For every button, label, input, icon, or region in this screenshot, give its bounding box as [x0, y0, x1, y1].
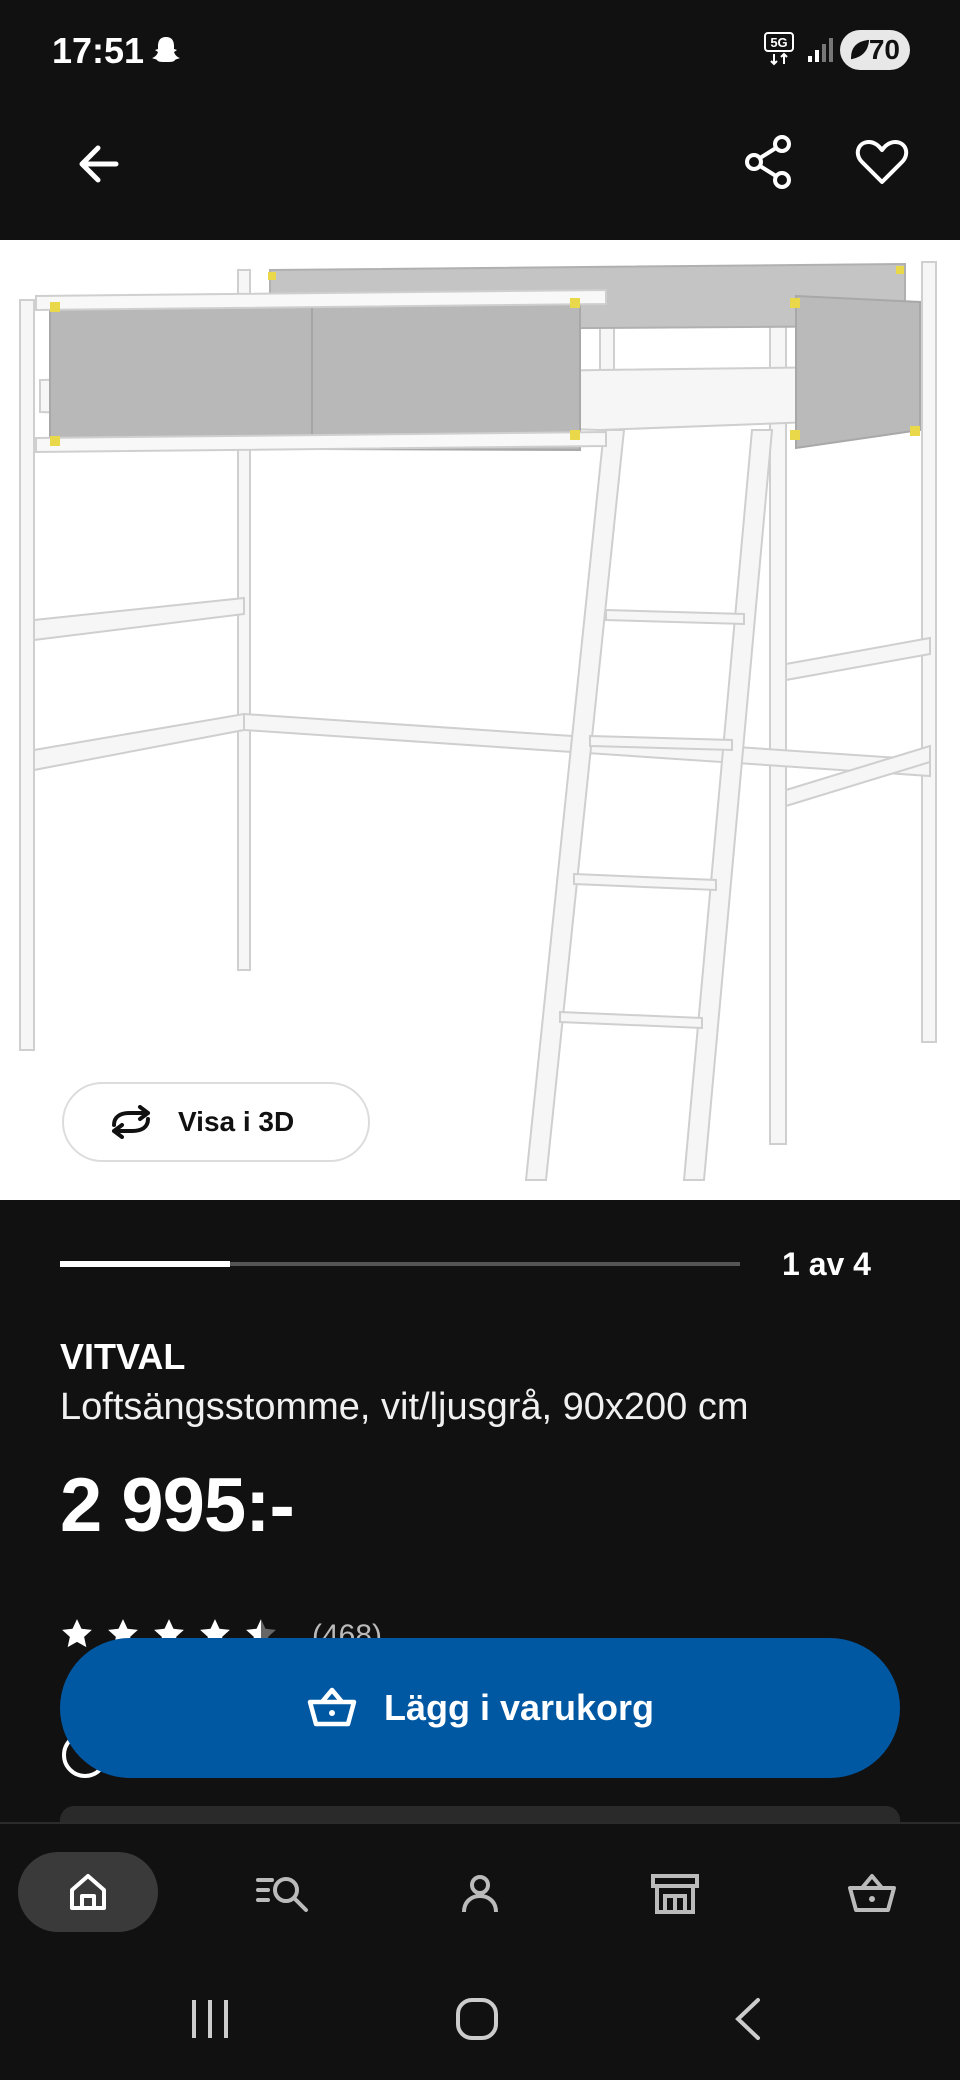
- gallery-progress-fill: [60, 1261, 230, 1267]
- view-3d-label: Visa i 3D: [178, 1106, 295, 1137]
- bottom-navigation: [0, 1822, 960, 1960]
- battery-saver-icon: [850, 39, 870, 60]
- gallery-pager-label: 1 av 4: [782, 1246, 871, 1282]
- nav-profile[interactable]: [440, 1854, 520, 1934]
- nav-home[interactable]: [18, 1852, 158, 1932]
- share-button[interactable]: [740, 130, 800, 194]
- add-to-cart-label: Lägg i varukorg: [383, 1687, 655, 1728]
- recent-apps-icon: [192, 2000, 228, 2038]
- loft-bed-illustration: [19, 261, 937, 1181]
- profile-icon: [462, 1875, 498, 1913]
- home-icon: [70, 1874, 106, 1910]
- home-circle-icon: [456, 1998, 498, 2040]
- network-5g-label: 5G: [770, 35, 787, 50]
- network-5g-icon: 5G: [764, 32, 796, 66]
- nav-stores[interactable]: [635, 1854, 715, 1934]
- search-icon: [256, 1877, 308, 1912]
- basket-icon: [307, 1687, 357, 1727]
- nav-search[interactable]: [244, 1854, 324, 1934]
- store-icon: [651, 1874, 699, 1914]
- product-price: 2 995:-: [60, 1463, 295, 1548]
- favorite-button[interactable]: [850, 130, 914, 194]
- view-3d-button[interactable]: Visa i 3D: [62, 1082, 370, 1162]
- snapchat-icon: [150, 34, 182, 66]
- arrow-left-icon: [79, 145, 119, 183]
- recent-apps-button[interactable]: [182, 1994, 242, 2044]
- signal-icon: [806, 36, 836, 64]
- product-image[interactable]: Visa i 3D: [0, 240, 960, 1200]
- add-to-cart-button[interactable]: Lägg i varukorg: [60, 1638, 900, 1778]
- heart-icon: [855, 140, 909, 184]
- back-button[interactable]: [70, 132, 134, 196]
- info-panel-edge: [60, 1806, 900, 1822]
- product-name: VITVAL: [60, 1336, 186, 1377]
- rotate-3d-icon: [112, 1105, 150, 1139]
- battery-level: 70: [868, 34, 900, 65]
- cart-icon: [848, 1874, 896, 1912]
- product-description: Loftsängsstomme, vit/ljusgrå, 90x200 cm: [60, 1386, 749, 1428]
- nav-cart[interactable]: [832, 1854, 912, 1934]
- star-icon: [62, 1618, 92, 1647]
- status-time: 17:51: [52, 30, 145, 71]
- share-icon: [745, 135, 791, 189]
- system-navigation: [0, 1958, 960, 2080]
- system-back-button[interactable]: [724, 1994, 774, 2044]
- home-system-button[interactable]: [452, 1994, 502, 2044]
- chevron-left-icon: [735, 1998, 760, 2040]
- battery-indicator: 70: [840, 30, 910, 70]
